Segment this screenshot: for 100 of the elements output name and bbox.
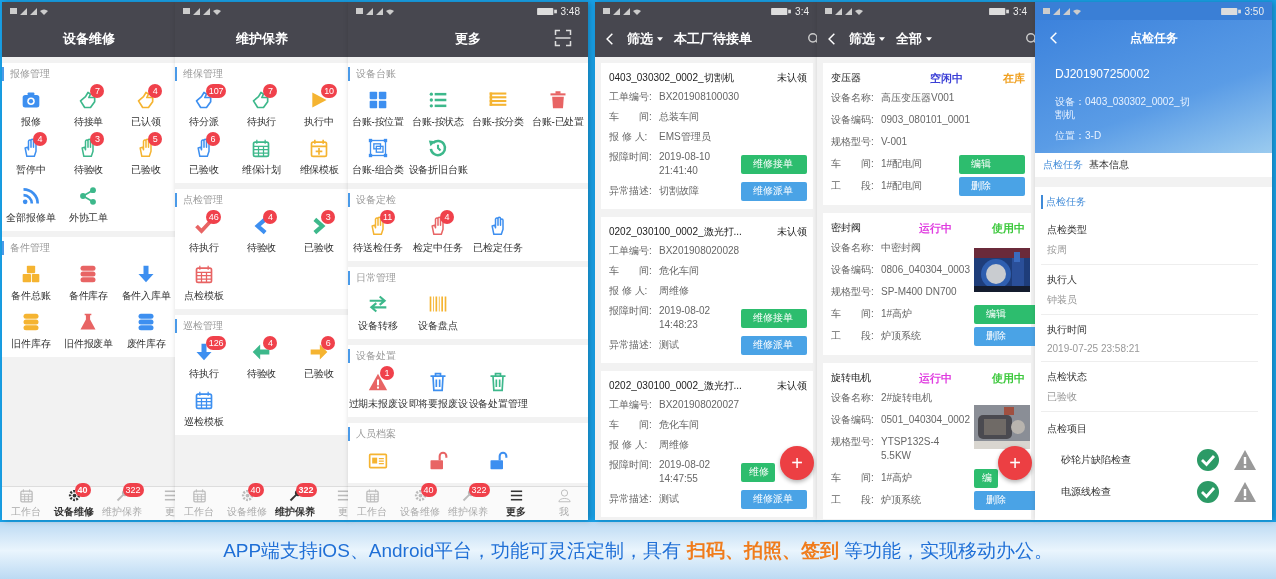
filter-dropdown[interactable]: 筛选 <box>849 29 886 48</box>
menu-item[interactable]: 5 已验收 <box>117 133 175 181</box>
menu-item[interactable]: 备件总账 <box>2 259 60 307</box>
menu-item[interactable]: 全部报修单 <box>2 181 60 229</box>
menu-item[interactable]: 已检定任务 <box>468 211 528 259</box>
menu-item[interactable]: 旧件报废单 <box>59 307 118 355</box>
menu-item[interactable]: 维保计划 <box>232 133 291 181</box>
filter-dropdown[interactable]: 筛选 <box>627 29 664 48</box>
menu-item[interactable]: 6 已验收 <box>175 133 233 181</box>
count-badge: 322 <box>295 483 317 497</box>
menu-item[interactable]: 备件库存 <box>59 259 118 307</box>
field-value: 1#高炉 <box>881 307 913 321</box>
menu-item[interactable]: 点检模板 <box>175 259 233 307</box>
count-badge: 3 <box>321 209 336 224</box>
calendar-icon <box>191 488 207 503</box>
menu-item[interactable]: 设备折旧台账 <box>408 133 468 181</box>
menu-item[interactable]: 巡检模板 <box>175 385 233 433</box>
menu-item[interactable]: 设备转移 <box>348 289 408 337</box>
menu-item[interactable]: 废件库存 <box>117 307 175 355</box>
menu-item[interactable]: 旧件库存 <box>2 307 60 355</box>
menu-item[interactable]: 4 待验收 <box>232 337 291 385</box>
menu-item[interactable]: 4 待验收 <box>232 211 291 259</box>
count-badge: 107 <box>205 83 227 98</box>
field-value: SP-M400 DN700 <box>881 285 957 299</box>
menu-item[interactable]: 台账-按状态 <box>408 85 468 133</box>
field-value: 中密封阀 <box>881 241 921 255</box>
id-card-icon[interactable] <box>368 451 388 471</box>
field-label: 报 修 人: <box>609 438 649 452</box>
menu-item[interactable]: 1 过期未报废设 <box>348 367 408 415</box>
menu-item[interactable]: 126 待执行 <box>175 337 233 385</box>
grid-icon <box>368 89 388 110</box>
menu-item[interactable]: 3 已验收 <box>290 211 348 259</box>
menu-item[interactable]: 6 已验收 <box>290 337 348 385</box>
menu-item[interactable]: 107 待分派 <box>175 85 233 133</box>
field-label: 规格型号: <box>831 135 875 149</box>
menu-item[interactable]: 设备处置管理 <box>468 367 528 415</box>
menu-item[interactable]: 3 待验收 <box>59 133 118 181</box>
count-badge: 7 <box>263 83 278 98</box>
scope-dropdown[interactable]: 全部 <box>896 29 933 48</box>
menu-item[interactable]: 备件入库单 <box>117 259 175 307</box>
field-value: 2019-08-10 21:41:40 <box>659 150 712 178</box>
menu-item[interactable]: 7 待执行 <box>232 85 291 133</box>
warning-icon[interactable] <box>1232 480 1258 504</box>
scan-icon[interactable] <box>554 29 572 47</box>
menu-item[interactable]: 设备盘点 <box>408 289 468 337</box>
search-icon[interactable] <box>807 31 817 46</box>
signal-icon <box>1043 6 1083 16</box>
count-badge: 4 <box>440 209 454 224</box>
person-icon <box>556 488 572 503</box>
field-value: 已验收 <box>1047 390 1078 404</box>
usage-status: 使用中 <box>992 370 1025 386</box>
menu-item[interactable]: 即将要报废设 <box>408 367 468 415</box>
menu-item[interactable]: 7 待接单 <box>59 85 118 133</box>
tab-bar-item[interactable]: 更多 <box>492 487 540 520</box>
count-badge: 322 <box>122 483 144 497</box>
field-label: 工单编号: <box>609 90 653 104</box>
section-title: 人员档案 <box>348 427 588 441</box>
field-label: 设备名称: <box>831 241 875 255</box>
padlock-icon[interactable] <box>488 451 508 471</box>
status-time: 3:50 <box>1244 5 1264 17</box>
menu-item[interactable]: 46 待执行 <box>175 211 233 259</box>
field-label: 点检项目 <box>1046 422 1088 436</box>
field-label: 异常描述: <box>609 338 653 352</box>
calendar-plus-icon <box>309 137 330 158</box>
menu-item[interactable]: 台账-按分类 <box>468 85 528 133</box>
trash-icon <box>488 371 508 392</box>
menu-item[interactable]: 11 待送检任务 <box>348 211 408 259</box>
pointing-hand-icon <box>78 89 99 110</box>
menu-item[interactable]: 4 已认领 <box>117 85 175 133</box>
usage-status: 使用中 <box>992 220 1025 236</box>
padlock-icon[interactable] <box>428 451 448 471</box>
menu-item[interactable]: 维保模板 <box>290 133 348 181</box>
menu-item[interactable]: 台账-按位置 <box>348 85 408 133</box>
tab[interactable]: 点检任务 <box>1043 158 1083 172</box>
card-title: 变压器 <box>831 71 862 85</box>
caret-icon <box>878 34 886 43</box>
frame-icon <box>368 137 388 158</box>
count-badge: 4 <box>32 131 47 146</box>
battery-icon <box>535 6 558 16</box>
count-badge: 7 <box>90 83 105 98</box>
tab[interactable]: 基本信息 <box>1089 158 1129 172</box>
check-circle-icon[interactable] <box>1196 448 1220 472</box>
menu-item[interactable]: 4 检定中任务 <box>408 211 468 259</box>
warning-icon[interactable] <box>1232 448 1258 472</box>
field-value: BX201908100030 <box>659 90 740 104</box>
check-circle-icon[interactable] <box>1196 480 1220 504</box>
menu-item[interactable]: 外协工单 <box>59 181 118 229</box>
order-status: 未认领 <box>777 225 807 239</box>
field-value: YTSP132S-4 5.5KW <box>881 435 941 463</box>
menu-item[interactable]: 报修 <box>2 85 60 133</box>
field-value: 1#配电间 <box>881 157 923 171</box>
field-value: 危化车间 <box>659 418 699 432</box>
search-icon[interactable] <box>1025 31 1035 46</box>
menu-item[interactable]: 10 执行中 <box>290 85 348 133</box>
menu-item[interactable]: 4 暂停中 <box>2 133 60 181</box>
field-label: 设备编码: <box>831 263 875 277</box>
section-title: 设备处置 <box>348 349 588 363</box>
menu-item[interactable]: 台账-组合类 <box>348 133 408 181</box>
field-value: 钟装员 <box>1047 293 1078 307</box>
menu-item[interactable]: 台账-已处置 <box>528 85 588 133</box>
